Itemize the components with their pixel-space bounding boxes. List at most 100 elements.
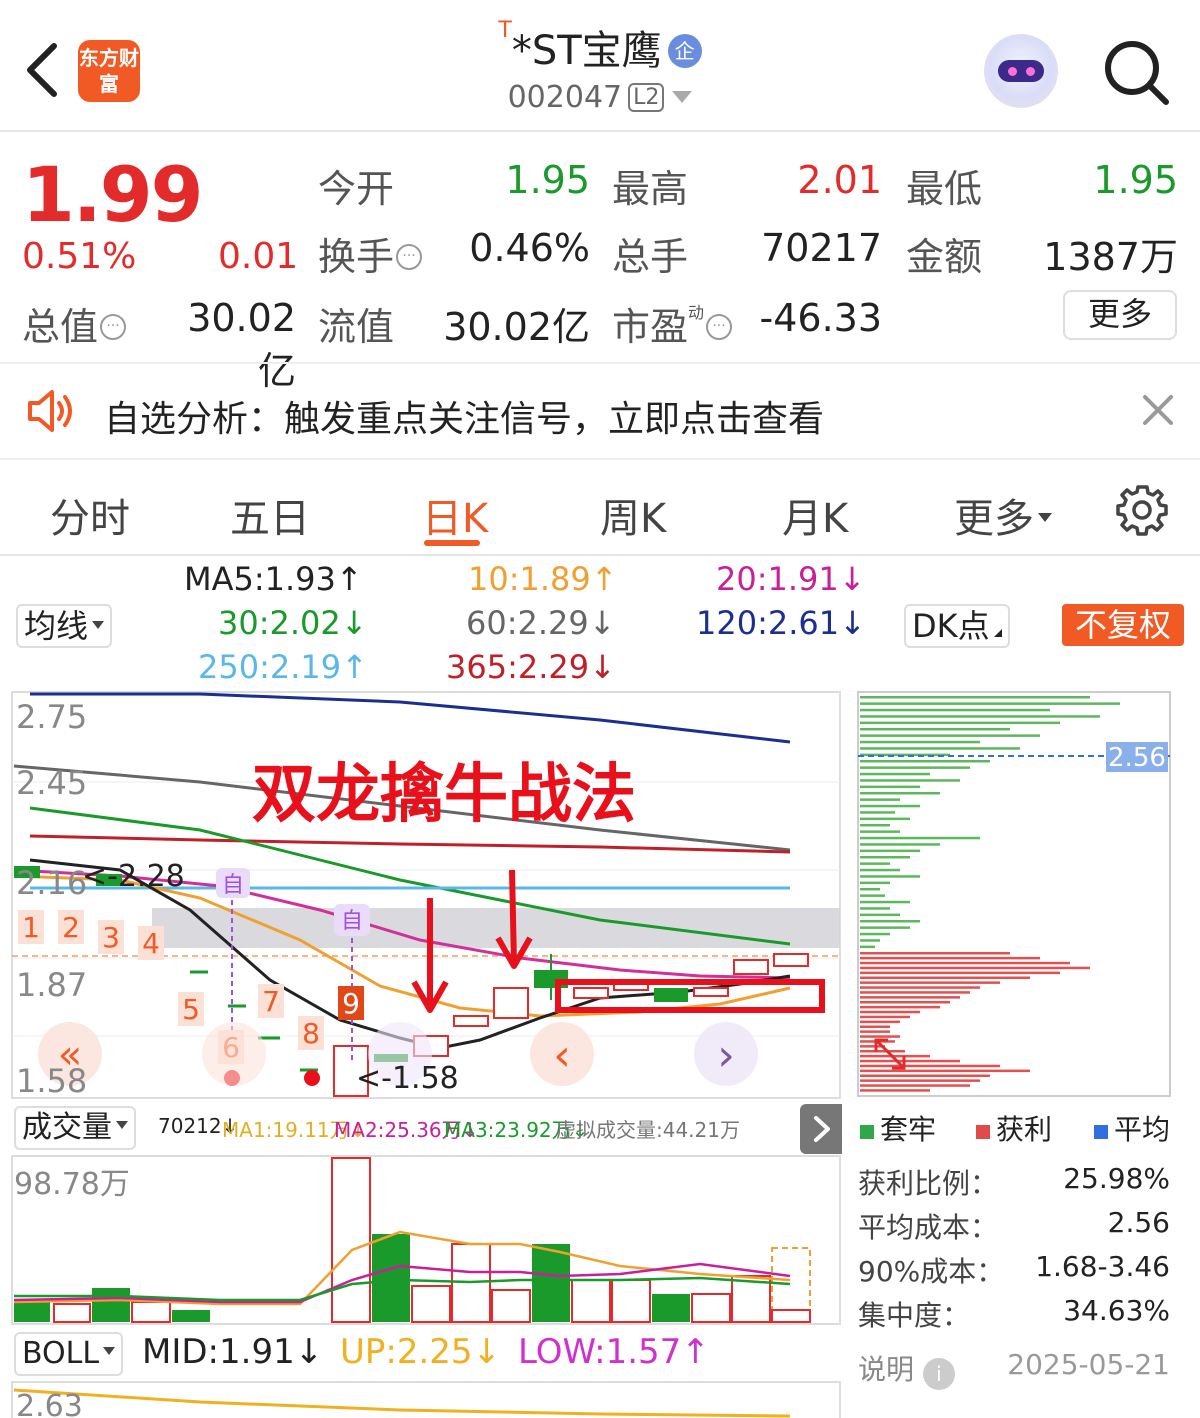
volume-bar [611,1279,651,1323]
strategy-annotation: 双龙擒牛战法 [252,758,636,832]
back-arrow-icon[interactable] [20,40,64,100]
boll-chart: 2.63 [11,1381,841,1418]
chip-bar-trapped [860,696,1090,699]
tab-five-day[interactable]: 五日 [230,486,310,544]
boll-top-label: 2.63 [16,1389,83,1418]
chip-bar-trapped [860,792,940,795]
chip-bar-trapped [860,843,940,846]
stock-name: *ST宝鹰 [511,28,662,74]
tab-monthly-k[interactable]: 月K [782,486,848,544]
amount-value: 1387万 [1043,235,1178,279]
gear-icon[interactable] [1116,484,1168,536]
stock-code-selector[interactable]: 002047 L2 [330,80,870,115]
nav-zoom-button[interactable] [202,1022,266,1086]
y-tick-label: 2.16 [16,864,87,902]
expand-panel-button[interactable] [800,1104,842,1154]
boll-up: UP:2.25↓ [340,1332,502,1372]
mktcap-label[interactable]: 总值 ··· [22,296,127,351]
indicator-select-boll[interactable]: BOLL [14,1332,124,1376]
chip-bar-profit [860,996,960,999]
chip-bar-trapped [860,907,890,910]
chip-bar-profit [860,1089,930,1092]
avg-cost-label: 2.56 [1108,743,1166,773]
chip-bar-trapped [860,900,910,904]
tab-more[interactable]: 更多 [954,486,1052,544]
chip-bar-trapped [860,817,910,821]
marker-label: 7 [262,985,280,1018]
y-tick-label: 2.45 [16,764,87,802]
chip-bar-trapped [860,920,920,923]
ma-type-select[interactable]: 均线 [16,604,113,648]
volume-bar [331,1157,371,1323]
close-icon[interactable] [1140,392,1176,428]
dk-point-select[interactable]: DK点 [904,604,1010,648]
chip-bar-trapped [860,747,1020,750]
chip-bar-trapped [860,734,1040,737]
turnover-value: 0.46% [469,226,590,270]
volume-bar [14,1302,50,1322]
cost90-value: 1.68-3.46 [1035,1250,1170,1283]
chevron-down-icon [1038,513,1052,522]
amount-label: 金额 [906,235,983,279]
chip-bar-trapped [860,881,890,885]
indicator-select-volume[interactable]: 成交量 [14,1106,136,1150]
explain-link[interactable]: 说明 i [858,1348,955,1390]
chip-bar-trapped [860,945,875,949]
enterprise-badge-icon: 企 [667,34,702,68]
pe-label[interactable]: 市盈动··· [612,296,733,351]
marker-label: 2 [62,911,80,944]
chip-bar-profit [860,1079,980,1082]
chip-bar-trapped [860,926,910,929]
max-price-label: <-2.28 [82,859,185,894]
kline-chart[interactable]: 自 自 1 2 3 4 5 6 7 8 9 « ‹ › 2.75 2.45 2.… [0,690,845,1102]
profit-ratio-value: 25.98% [1063,1162,1170,1195]
notice-text[interactable]: 自选分析：触发重点关注信号，立即点击查看 [104,390,824,442]
pe-dynamic-sup: 动 [688,303,705,322]
boll-frame [11,1381,841,1418]
chip-bar-trapped [860,715,1100,718]
chip-bar-trapped [860,939,880,942]
turnover-label[interactable]: 换手 ··· [318,226,423,281]
concentration-label: 集中度： [858,1299,971,1332]
float-cap-label: 流值 [318,305,395,349]
info-icon: ··· [706,314,733,340]
chevron-down-icon [116,1121,128,1129]
t-tag: T [498,18,512,43]
avg-cost-row-label: 平均成本： [858,1211,999,1244]
chip-bar-profit [860,1025,890,1028]
info-icon: ··· [100,314,127,340]
ma20-legend: 20:1.91↓ [716,560,866,598]
chip-bar-profit [860,1074,990,1077]
volume-chart: 98.78万 [11,1155,841,1325]
tabs-divider [0,554,1200,556]
chip-distribution-chart[interactable]: 2.56 [856,690,1174,1100]
chip-bar-trapped [860,862,890,865]
chip-bar-trapped [860,740,980,744]
tab-intraday[interactable]: 分时 [50,486,130,544]
tab-daily-k[interactable]: 日K [422,486,488,544]
chip-bar-trapped [860,766,970,769]
volume-bar [532,1244,570,1322]
volume-bar [131,1301,171,1323]
chip-bar-trapped [860,932,890,936]
robot-assistant-avatar[interactable] [984,34,1058,108]
chip-bar-trapped [860,888,880,891]
tab-weekly-k[interactable]: 周K [600,486,666,544]
chip-bar-trapped [860,856,910,859]
low-label: 最低 [906,167,983,211]
search-icon[interactable] [1102,38,1172,108]
no-adjust-button[interactable]: 不复权 [1062,604,1184,646]
legend-swatch [1094,1125,1108,1139]
marker-label: 3 [102,921,120,954]
chip-bar-profit [860,1084,970,1087]
concentration-value: 34.63% [1063,1294,1170,1327]
more-quote-button[interactable]: 更多 [1063,290,1177,340]
ma5-legend: MA5:1.93↑ [184,560,363,598]
chip-bar-trapped [860,760,990,763]
pressure-band [152,908,840,948]
ma60-legend: 60:2.29↓ [466,604,616,642]
chip-bar-profit [860,1010,920,1014]
candle [693,987,729,997]
ma120-legend: 120:2.61↓ [696,604,866,642]
legend-trapped: 套牢 [860,1108,936,1148]
